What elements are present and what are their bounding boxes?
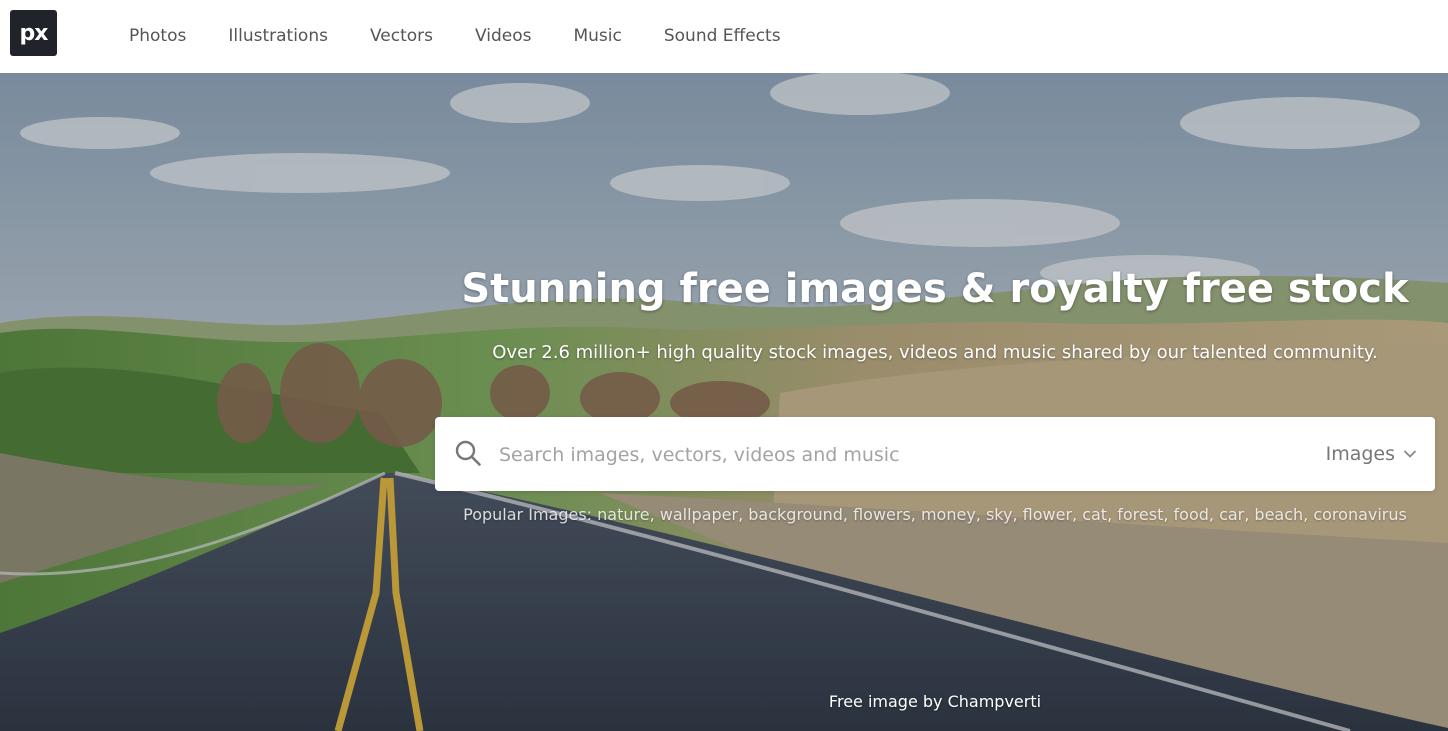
media-type-selected: Images	[1325, 443, 1395, 465]
hero-subline: Over 2.6 million+ high quality stock ima…	[492, 342, 1378, 363]
media-type-dropdown[interactable]: Images	[1326, 417, 1417, 491]
popular-searches: Popular Images: nature, wallpaper, backg…	[463, 505, 1407, 524]
popular-term[interactable]: food	[1174, 505, 1209, 524]
popular-term[interactable]: flower	[1023, 505, 1072, 524]
search-bar: Images	[435, 417, 1435, 491]
popular-term[interactable]: car	[1219, 505, 1244, 524]
nav-item-sound-effects[interactable]: Sound Effects	[643, 0, 802, 73]
hero-overlay	[0, 73, 1448, 731]
popular-term[interactable]: coronavirus	[1313, 505, 1407, 524]
hero-headline: Stunning free images & royalty free stoc…	[461, 266, 1409, 312]
nav-item-videos[interactable]: Videos	[454, 0, 553, 73]
popular-term[interactable]: forest	[1117, 505, 1163, 524]
top-header: px Photos Illustrations Vectors Videos M…	[0, 0, 1448, 73]
popular-term[interactable]: wallpaper	[660, 505, 738, 524]
nav-item-photos[interactable]: Photos	[108, 0, 207, 73]
popular-term[interactable]: cat	[1082, 505, 1107, 524]
popular-term[interactable]: sky	[986, 505, 1013, 524]
chevron-down-icon	[1403, 450, 1417, 458]
nav-item-illustrations[interactable]: Illustrations	[207, 0, 349, 73]
nav-item-vectors[interactable]: Vectors	[349, 0, 454, 73]
logo-text: px	[19, 20, 49, 46]
pixabay-logo[interactable]: px	[10, 10, 57, 56]
search-input[interactable]	[497, 435, 1261, 475]
popular-term[interactable]: beach	[1254, 505, 1303, 524]
popular-term[interactable]: flowers	[853, 505, 911, 524]
search-icon[interactable]	[454, 439, 482, 467]
hero-section: Stunning free images & royalty free stoc…	[0, 73, 1448, 731]
popular-term[interactable]: background	[748, 505, 843, 524]
nav-item-music[interactable]: Music	[552, 0, 642, 73]
popular-term[interactable]: money	[921, 505, 976, 524]
popular-prefix: Popular Images:	[463, 505, 593, 524]
main-nav: Photos Illustrations Vectors Videos Musi…	[108, 0, 802, 73]
popular-term[interactable]: nature	[597, 505, 649, 524]
image-credit[interactable]: Free image by Champverti	[735, 692, 1135, 711]
